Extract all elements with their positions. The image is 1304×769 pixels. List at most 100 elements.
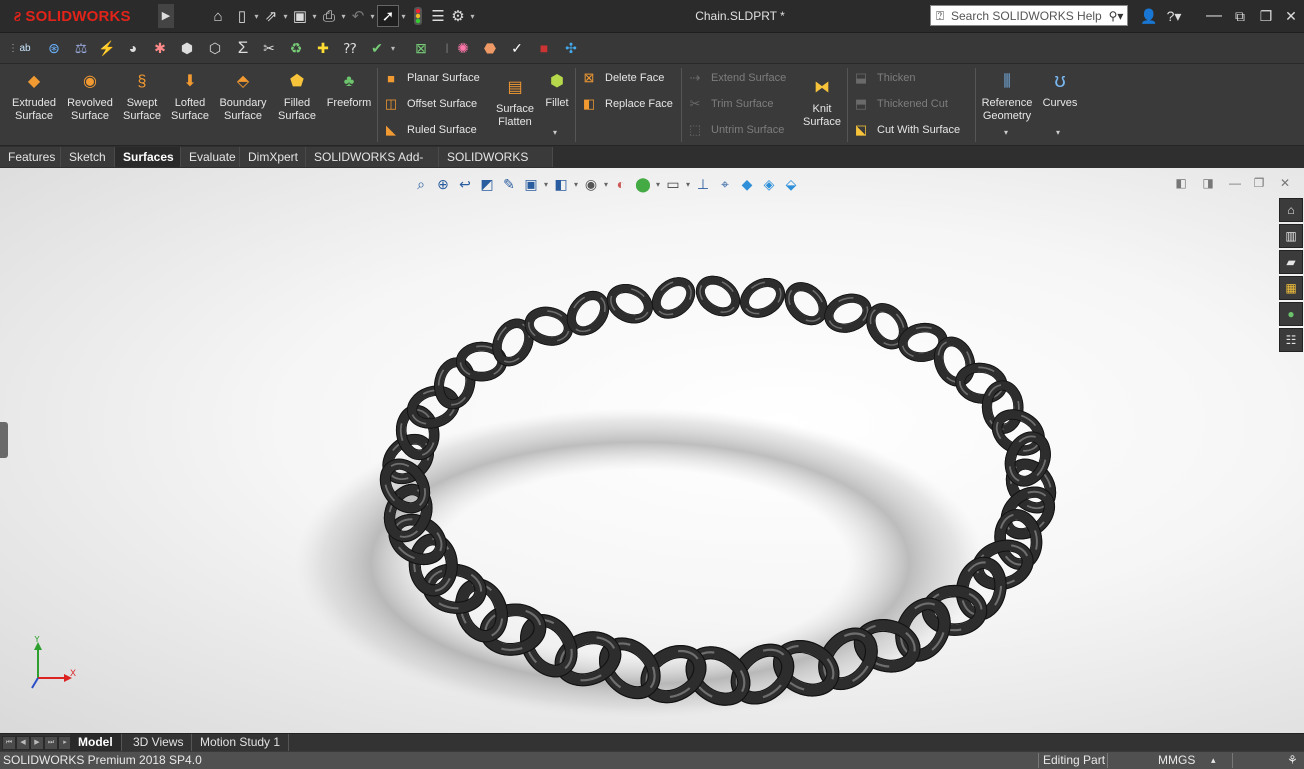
check-icon[interactable]: ✱ <box>149 37 171 59</box>
chevron-down-icon[interactable]: ▾ <box>399 12 408 21</box>
chevron-down-icon[interactable]: ▾ <box>553 128 557 137</box>
print-icon[interactable]: ⎙ <box>319 6 339 26</box>
status-options-icon[interactable]: ⚘ <box>1287 752 1298 769</box>
filled-surface-button[interactable]: ⬟ Filled Surface <box>272 70 322 123</box>
chevron-down-icon[interactable]: ▾ <box>1004 128 1008 137</box>
previous-tab-icon[interactable]: ◀ <box>16 736 30 750</box>
replace-face-button[interactable]: ◧ Replace Face <box>580 93 673 115</box>
performance-icon[interactable]: ✂ <box>258 37 280 59</box>
appearances-icon[interactable]: ● <box>1279 302 1303 326</box>
compare-documents-icon[interactable]: ✣ <box>560 37 582 59</box>
tab-surfaces[interactable]: Surfaces <box>115 147 181 167</box>
thickened-cut-button[interactable]: ⬒ Thickened Cut <box>852 93 948 115</box>
abc-spellcheck-icon[interactable]: ab <box>14 37 36 59</box>
surface-flatten-button[interactable]: ▤ Surface Flatten <box>492 76 538 129</box>
geometry-analysis-icon[interactable]: ⬢ <box>176 37 198 59</box>
thickness-analysis-icon[interactable]: ⊠ <box>410 37 432 59</box>
chevron-down-icon[interactable]: ▾ <box>388 37 398 59</box>
save-icon[interactable]: ▣ <box>290 6 310 26</box>
open-icon[interactable]: ⇗ <box>261 6 281 26</box>
swept-surface-button[interactable]: § Swept Surface <box>116 70 168 123</box>
search-icon[interactable]: ⚲▾ <box>1105 9 1127 23</box>
user-icon[interactable]: 👤 <box>1138 5 1160 27</box>
chevron-down-icon[interactable]: ▾ <box>252 12 261 21</box>
feature-manager-handle[interactable] <box>0 422 8 458</box>
delete-face-button[interactable]: ⊠ Delete Face <box>580 67 665 89</box>
custom-properties-icon[interactable]: ☷ <box>1279 328 1303 352</box>
markup-icon[interactable]: ⚖ <box>70 37 92 59</box>
offset-surface-button[interactable]: ◫ Offset Surface <box>382 93 477 115</box>
knit-surface-button[interactable]: ⧓ Knit Surface <box>800 76 844 129</box>
trim-surface-button[interactable]: ✂ Trim Surface <box>686 93 774 115</box>
draft-analysis-icon[interactable]: ♻ <box>285 37 307 59</box>
chevron-down-icon[interactable]: ▾ <box>368 12 377 21</box>
thicken-button[interactable]: ⬓ Thicken <box>852 67 916 89</box>
help-icon[interactable]: ?▾ <box>1163 5 1185 27</box>
search-help-field[interactable]: ⍰ Search SOLIDWORKS Help ⚲▾ <box>930 5 1128 26</box>
reference-geometry-button[interactable]: ⫼ Reference Geometry <box>978 70 1036 123</box>
tab-addins[interactable]: SOLIDWORKS Add-Ins <box>306 147 439 184</box>
tab-dimxpert[interactable]: DimXpert <box>240 147 306 167</box>
view-palette-icon[interactable]: ▦ <box>1279 276 1303 300</box>
file-explorer-icon[interactable]: ▰ <box>1279 250 1303 274</box>
chain-model[interactable] <box>0 168 1304 733</box>
curvature-display-icon[interactable]: ⬣ <box>479 37 501 59</box>
tab-3d-views[interactable]: 3D Views <box>125 734 193 751</box>
ruled-surface-button[interactable]: ◣ Ruled Surface <box>382 119 477 141</box>
tab-features[interactable]: Features <box>0 147 61 167</box>
chevron-down-icon[interactable]: ▾ <box>468 12 477 21</box>
fillet-button[interactable]: ⬢ Fillet <box>540 70 574 110</box>
chevron-down-icon[interactable]: ▾ <box>310 12 319 21</box>
deviation-icon[interactable]: ⁇ <box>339 37 361 59</box>
revolved-surface-button[interactable]: ◉ Revolved Surface <box>62 70 118 123</box>
select-icon[interactable]: ➚ <box>377 5 399 27</box>
extend-surface-button[interactable]: ⇢ Extend Surface <box>686 67 787 89</box>
undo-icon[interactable]: ↶ <box>348 6 368 26</box>
options-icon[interactable]: ⚙ <box>448 6 468 26</box>
untrim-surface-button[interactable]: ⬚ Untrim Surface <box>686 119 785 141</box>
chevron-up-icon[interactable]: ▴ <box>1211 752 1216 769</box>
home-icon[interactable]: ⌂ <box>208 6 228 26</box>
restore-down-icon[interactable]: ❐ <box>1255 5 1277 27</box>
next-tab-icon[interactable]: ▶ <box>30 736 44 750</box>
mass-properties-icon[interactable]: ⚡ <box>96 37 118 59</box>
curves-button[interactable]: ʊ Curves <box>1038 70 1082 110</box>
file-properties-icon[interactable]: ☰ <box>428 6 448 26</box>
boundary-surface-button[interactable]: ⬘ Boundary Surface <box>214 70 272 123</box>
measure-icon[interactable]: ⊛ <box>43 37 65 59</box>
symmetry-check-icon[interactable]: ■ <box>533 37 555 59</box>
first-tab-icon[interactable]: ⏮ <box>2 736 16 750</box>
tab-model[interactable]: Model <box>70 734 122 751</box>
last-tab-icon[interactable]: ⏭ <box>44 736 58 750</box>
new-document-icon[interactable]: ▯ <box>232 6 252 26</box>
rebuild-icon[interactable] <box>408 6 428 26</box>
checkmark-icon[interactable]: ✓ <box>506 37 528 59</box>
menu-expand-icon[interactable]: ▶ <box>158 4 174 28</box>
freeform-button[interactable]: ♣ Freeform <box>322 70 376 110</box>
solidworks-logo[interactable]: ƨ SOLIDWORKS <box>14 5 131 27</box>
restore-icon[interactable]: ⧉ <box>1229 5 1251 27</box>
zebra-stripes-icon[interactable]: ✺ <box>452 37 474 59</box>
chevron-down-icon[interactable]: ▾ <box>339 12 348 21</box>
equations-icon[interactable]: Σ <box>232 37 254 59</box>
tab-motion-study[interactable]: Motion Study 1 <box>192 734 290 751</box>
tab-sketch[interactable]: Sketch <box>61 147 115 167</box>
minimize-icon[interactable]: — <box>1203 5 1225 27</box>
close-icon[interactable]: ✕ <box>1280 5 1302 27</box>
curvature-icon[interactable]: ✔ <box>366 37 388 59</box>
unit-system-button[interactable]: MMGS <box>1158 752 1195 769</box>
planar-surface-button[interactable]: ■ Planar Surface <box>382 67 480 89</box>
undercut-icon[interactable]: ✚ <box>312 37 334 59</box>
lofted-surface-button[interactable]: ⬇ Lofted Surface <box>165 70 215 123</box>
chevron-down-icon[interactable]: ▾ <box>281 12 290 21</box>
cut-with-surface-button[interactable]: ⬕ Cut With Surface <box>852 119 960 141</box>
extruded-surface-button[interactable]: ◆ Extruded Surface <box>6 70 62 123</box>
graphics-area[interactable]: ⌕ ⊕ ↩ ◩ ✎ ▣ ▾ ◧ ▾ ◉ ▾ ◐ ⬤ ▾ ▭ ▾ ⊥ ⌖ ◆ ◈ ⬙ ◧ ◨… <box>0 168 1304 733</box>
chevron-down-icon[interactable]: ▾ <box>1056 128 1060 137</box>
solidworks-resources-icon[interactable]: ⌂ <box>1279 198 1303 222</box>
section-properties-icon[interactable]: ◕ <box>122 37 144 59</box>
tab-evaluate[interactable]: Evaluate <box>181 147 240 167</box>
tab-mbd[interactable]: SOLIDWORKS MBD <box>439 147 553 184</box>
design-library-icon[interactable]: ▥ <box>1279 224 1303 248</box>
import-diagnostics-icon[interactable]: ⬡ <box>204 37 226 59</box>
